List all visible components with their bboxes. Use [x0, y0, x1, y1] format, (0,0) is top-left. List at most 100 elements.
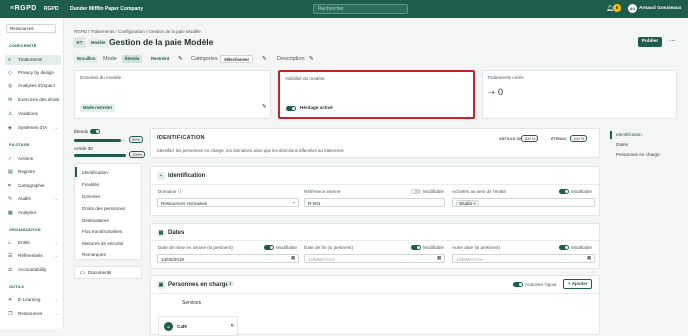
- home-icon: ⌂: [8, 240, 12, 246]
- service-icon: ☕︎: [164, 322, 173, 331]
- sidebar-item-droits[interactable]: ✉ Exercices des droits: [5, 95, 61, 105]
- modifiable-label: Modifiable: [423, 245, 444, 250]
- warning-icon: ⚠: [8, 111, 13, 117]
- mode-etendu[interactable]: Étendu: [122, 55, 143, 63]
- modifiable-toggle[interactable]: [559, 189, 569, 194]
- breadcrumb[interactable]: RGPD / Traitements / Configuration / Ges…: [74, 29, 201, 34]
- model-data-card: Données du modèle Mode restreint ✎: [74, 70, 271, 119]
- edit-icon[interactable]: ✎: [262, 104, 267, 110]
- sidebar-item-entite[interactable]: ⌂ Entité ⌄: [5, 238, 61, 248]
- other-date-label: Autre date (si pertinent): [452, 245, 501, 250]
- sidebar-item-analytics[interactable]: ▦ Analytics: [5, 208, 61, 218]
- toc-item[interactable]: Identification: [616, 132, 642, 137]
- sidebar-item-elearning[interactable]: ✦ E-Learning ⌄: [5, 295, 61, 305]
- nav-item[interactable]: Destinataires: [82, 218, 109, 223]
- people-icon: ▣: [157, 281, 165, 289]
- modifiable-toggle[interactable]: [559, 245, 569, 250]
- notification-badge: 6: [613, 4, 621, 12]
- sidebar-item-referentiels[interactable]: ☰ Référentiels ⌄: [5, 251, 61, 261]
- edit-icon[interactable]: ✎: [178, 56, 183, 62]
- activity-chip[interactable]: Studio ×: [456, 200, 479, 207]
- sidebar-item-ia[interactable]: ◈ Systèmes d'IA ⌄: [5, 123, 61, 133]
- mode-restreint[interactable]: Restreint: [148, 55, 173, 63]
- select-categories-button[interactable]: Sélectionner: [220, 55, 254, 63]
- toc-item[interactable]: Personnes en charge: [616, 152, 660, 157]
- app-logo[interactable]: ≡RGPD: [10, 5, 37, 12]
- edit-icon[interactable]: ✎: [262, 56, 267, 62]
- sidebar-item-violations[interactable]: ⚠ Violations: [5, 109, 61, 119]
- sidebar-item-privacy[interactable]: ◇ Privacy by design: [5, 68, 61, 78]
- modifiable-toggle[interactable]: [264, 245, 274, 250]
- info-icon[interactable]: ⓘ: [178, 188, 183, 195]
- calendar-icon[interactable]: ▦: [291, 255, 295, 261]
- etendu-toggle[interactable]: [90, 129, 100, 134]
- nav-item[interactable]: Flux transfrontaliers: [82, 229, 122, 234]
- active-indicator: [610, 131, 612, 139]
- nav-item[interactable]: Données: [82, 194, 100, 199]
- sidebar-item-accountability[interactable]: ⚖ Accountability: [5, 265, 61, 275]
- heritage-toggle[interactable]: [286, 106, 296, 111]
- chevron-down-icon: ⌄: [54, 125, 58, 130]
- chart-icon: ▦: [8, 210, 13, 216]
- sidebar-item-registre[interactable]: ▤ Registre: [5, 167, 61, 177]
- company-switch[interactable]: Dunder Mifflin Paper Company: [70, 6, 143, 12]
- calendar-icon[interactable]: ▦: [587, 255, 591, 261]
- avatar[interactable]: AG: [628, 4, 637, 13]
- nav-item[interactable]: Droits des personnes: [82, 206, 125, 211]
- visibility-card: Visibilité du modèle Héritage activé: [278, 70, 475, 119]
- org-switch[interactable]: RGPD: [44, 6, 58, 12]
- publish-button[interactable]: Publier: [638, 37, 662, 47]
- nav-item[interactable]: Mesures de sécurité: [82, 241, 123, 246]
- chevron-down-icon[interactable]: ⌄: [292, 199, 296, 205]
- close-icon[interactable]: ✕: [230, 323, 234, 329]
- modifiable-label: Modifiable: [276, 245, 297, 250]
- documents-button[interactable]: ▭ Documents: [74, 266, 142, 279]
- activity-select[interactable]: Studio ×: [452, 198, 595, 207]
- progress-fill-2: [74, 154, 126, 157]
- card-title: ▪ Identification: [157, 172, 205, 180]
- modifiable-label: Modifiable: [571, 245, 592, 250]
- diamond-icon: ◇: [8, 70, 12, 76]
- resource-select[interactable]: Ressources: [6, 24, 56, 33]
- sidebar-item-analyses[interactable]: ◎ Analyses d'impact: [5, 81, 61, 91]
- chevron-down-icon: ⌄: [54, 196, 58, 201]
- toc-item[interactable]: Dates: [616, 142, 628, 147]
- page-title: Gestion de la paie Modèle: [109, 37, 214, 47]
- edit-icon[interactable]: ✎: [309, 56, 314, 62]
- reference-input[interactable]: R-001: [304, 198, 445, 207]
- reference-icon: ☰: [8, 253, 13, 259]
- user-name[interactable]: Arnaud Gossieaux: [639, 6, 681, 11]
- identification-header: IDENTIFICATION Identifiez les personnes …: [150, 128, 600, 158]
- modifiable-label: Modifiable: [571, 189, 592, 194]
- service-card[interactable]: ☕︎ Café ✕: [158, 316, 238, 336]
- add-button[interactable]: + Ajouter: [563, 279, 593, 289]
- reference-label: Référence interne: [304, 189, 341, 194]
- modifiable-label: Modifiable: [423, 189, 444, 194]
- sidebar-item-ressources[interactable]: ❐ Ressources ⌄: [5, 309, 61, 319]
- mode-label: Mode: [103, 56, 117, 62]
- nav-item[interactable]: Identification: [82, 170, 108, 175]
- progress-pct-1: 90%: [129, 136, 144, 143]
- mail-icon: ✉: [8, 97, 13, 103]
- modifiable-toggle[interactable]: [411, 245, 421, 250]
- sidebar-item-cartographie[interactable]: ⌗ Cartographie: [5, 181, 61, 191]
- search-input[interactable]: Rechercher: [313, 4, 408, 14]
- sidebar-item-audits[interactable]: ✎ Audits ⌄: [5, 194, 61, 204]
- section-label: OUTILS: [9, 285, 25, 289]
- modifiable-toggle[interactable]: [411, 189, 421, 194]
- autoriser-toggle[interactable]: [513, 282, 523, 287]
- chevron-down-icon: ⌄: [54, 311, 58, 316]
- sidebar-item-actions[interactable]: ✓ Actions: [5, 154, 61, 164]
- more-icon[interactable]: ⋯: [669, 37, 676, 45]
- card-title: Données du modèle: [80, 75, 122, 80]
- other-date-input[interactable]: JJ/MM/AAAA: [452, 254, 595, 263]
- end-date-input[interactable]: JJ/MM/AAAA: [304, 254, 445, 263]
- start-date-input[interactable]: 14/05/2018: [157, 254, 299, 263]
- sidebar-item-traitements[interactable]: ≡ Traitements: [5, 55, 61, 65]
- section-label: ORGANISATION: [9, 228, 41, 232]
- domaine-select[interactable]: Ressources Humaines: [157, 198, 299, 207]
- persons-count: 1: [227, 281, 234, 286]
- nav-item[interactable]: Remarques: [82, 252, 106, 257]
- nav-item[interactable]: Finalités: [82, 182, 99, 187]
- calendar-icon[interactable]: ▦: [437, 255, 441, 261]
